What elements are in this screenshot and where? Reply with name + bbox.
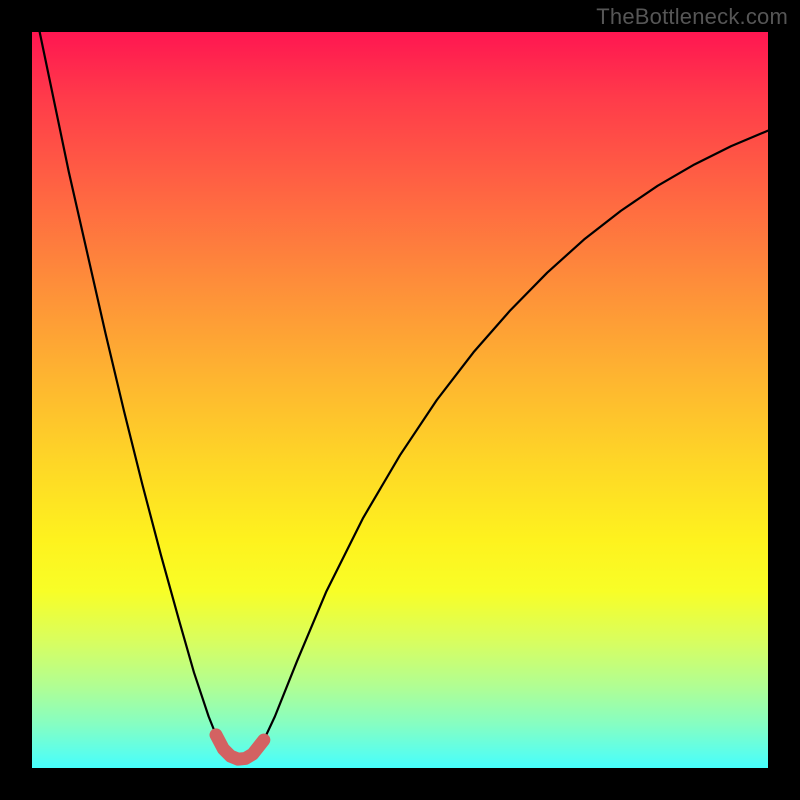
plot-area (32, 32, 768, 768)
watermark-text: TheBottleneck.com (596, 4, 788, 30)
chart-container: TheBottleneck.com (0, 0, 800, 800)
bottleneck-curve (32, 32, 768, 768)
